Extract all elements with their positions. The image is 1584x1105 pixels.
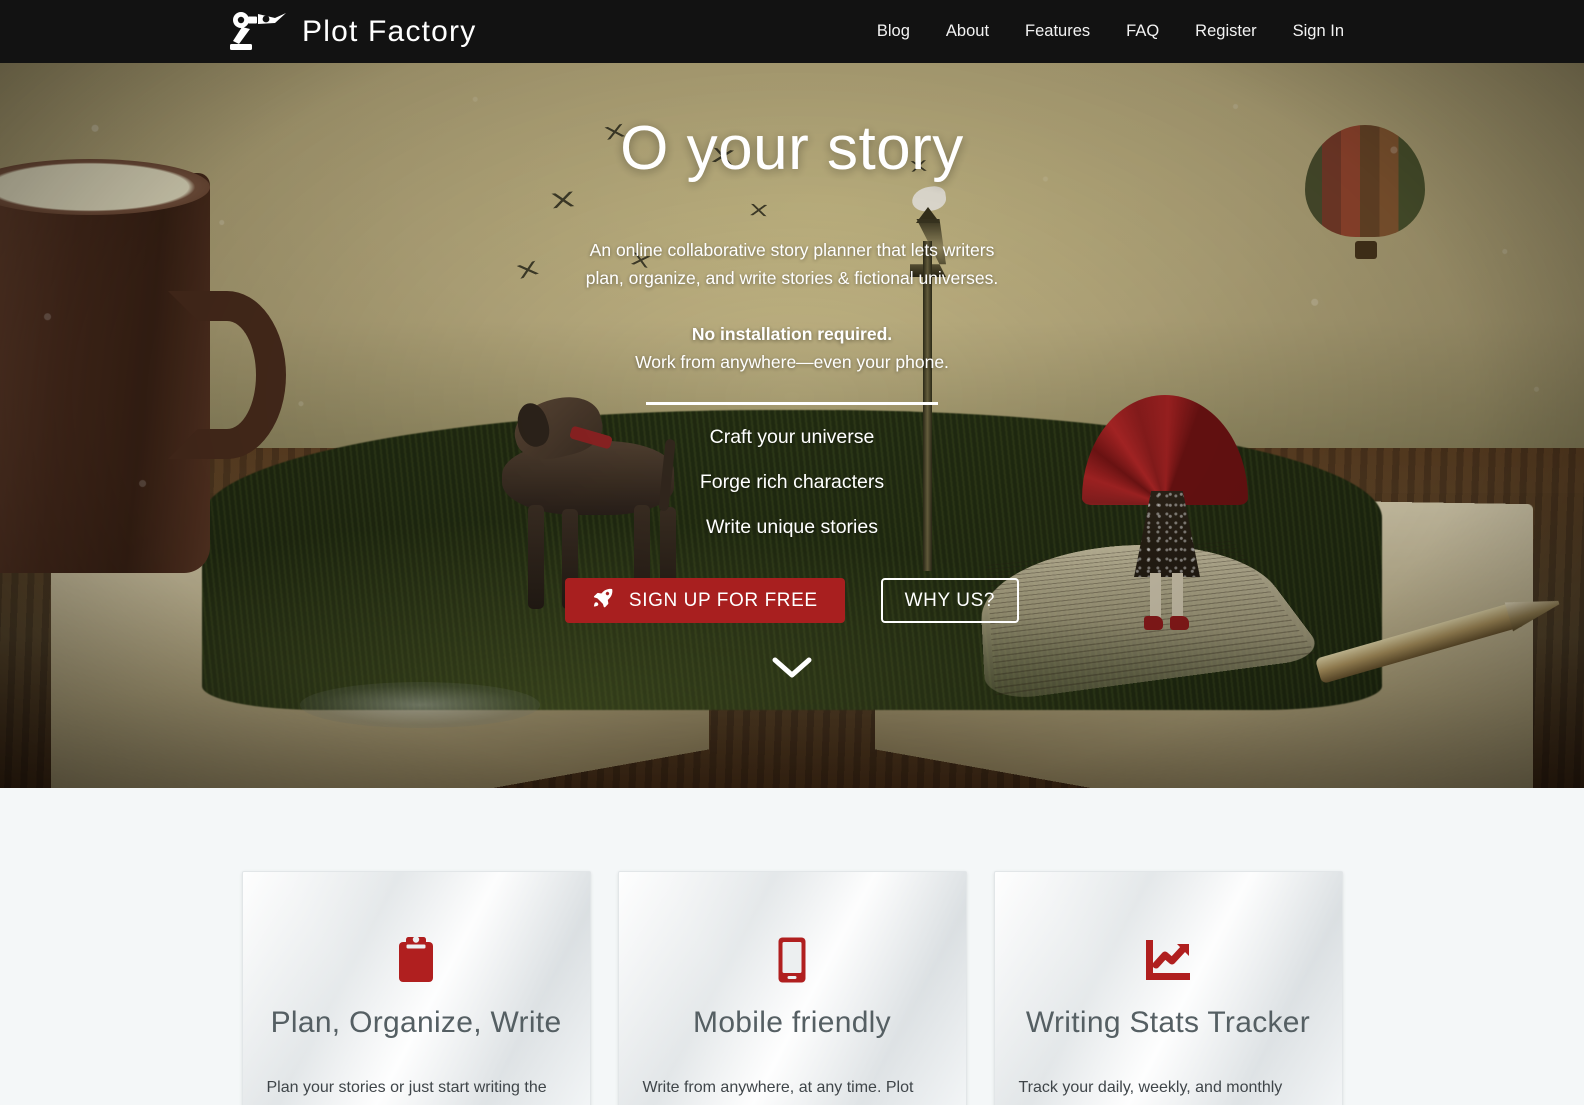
- hero-button-group: SIGN UP FOR FREE WHY US?: [564, 578, 1020, 623]
- robot-arm-pen-icon: [228, 11, 290, 53]
- hero-feature-item: Craft your universe: [709, 426, 875, 448]
- feature-card-plan-organize-write[interactable]: Plan, Organize, Write Plan your stories …: [241, 871, 591, 1105]
- hero-note-rest: Work from anywhere—even your phone.: [635, 352, 949, 372]
- feature-card-title: Plan, Organize, Write: [270, 1006, 562, 1039]
- nav-item-register[interactable]: Register: [1195, 22, 1256, 41]
- hero-subtitle: An online collaborative story planner th…: [585, 240, 999, 288]
- hero-note-strong: No installation required.: [691, 324, 893, 344]
- mobile-phone-icon: [643, 934, 942, 986]
- nav-item-blog[interactable]: Blog: [877, 22, 910, 41]
- top-navigation-bar: Plot Factory Blog About Features FAQ Reg…: [0, 0, 1584, 63]
- brand-name: Plot Factory: [302, 14, 477, 48]
- hero-divider: [646, 402, 938, 405]
- why-us-button[interactable]: WHY US?: [880, 578, 1020, 623]
- feature-card-body: Write from anywhere, at any time. Plot F…: [642, 1079, 938, 1105]
- nav-item-sign-in[interactable]: Sign In: [1293, 22, 1344, 41]
- chevron-down-icon[interactable]: [772, 657, 812, 684]
- hero-feature-item: Write unique stories: [706, 516, 878, 538]
- sign-up-for-free-button[interactable]: SIGN UP FOR FREE: [564, 578, 845, 623]
- nav-link-faq[interactable]: FAQ: [1126, 22, 1159, 40]
- feature-card-body: Track your daily, weekly, and monthly wo…: [1018, 1079, 1293, 1105]
- nav-link-blog[interactable]: Blog: [877, 22, 910, 40]
- feature-card-writing-stats-tracker[interactable]: Writing Stats Tracker Track your daily, …: [993, 871, 1343, 1105]
- hero-section: O your story An online collaborative sto…: [0, 63, 1584, 788]
- brand-logo-link[interactable]: Plot Factory: [228, 11, 476, 53]
- features-section: Plan, Organize, Write Plan your stories …: [0, 788, 1584, 1105]
- nav-link-about[interactable]: About: [946, 22, 989, 40]
- chart-line-up-icon: [1019, 934, 1318, 986]
- hero-feature-list: Craft your universe Forge rich character…: [700, 415, 884, 550]
- nav-item-features[interactable]: Features: [1025, 22, 1090, 41]
- clipboard-icon: [267, 934, 566, 986]
- why-us-button-label: WHY US?: [904, 589, 996, 611]
- rocket-icon: [592, 587, 614, 615]
- nav-link-register[interactable]: Register: [1195, 22, 1256, 40]
- feature-card-mobile-friendly[interactable]: Mobile friendly Write from anywhere, at …: [617, 871, 967, 1105]
- nav-links: Blog About Features FAQ Register Sign In: [877, 22, 1344, 41]
- feature-card-title: Writing Stats Tracker: [1025, 1006, 1311, 1039]
- hero-content: O your story An online collaborative sto…: [0, 63, 1584, 788]
- nav-item-about[interactable]: About: [946, 22, 989, 41]
- hero-note: No installation required. Work from anyw…: [635, 320, 949, 376]
- feature-card-body: Plan your stories or just start writing …: [266, 1079, 548, 1105]
- nav-link-features[interactable]: Features: [1025, 22, 1090, 40]
- nav-item-faq[interactable]: FAQ: [1126, 22, 1159, 41]
- sign-up-button-label: SIGN UP FOR FREE: [628, 589, 818, 611]
- hero-title: O your story: [620, 114, 964, 183]
- feature-card-title: Mobile friendly: [693, 1006, 891, 1039]
- hero-feature-item: Forge rich characters: [699, 471, 885, 493]
- nav-link-sign-in[interactable]: Sign In: [1293, 22, 1344, 40]
